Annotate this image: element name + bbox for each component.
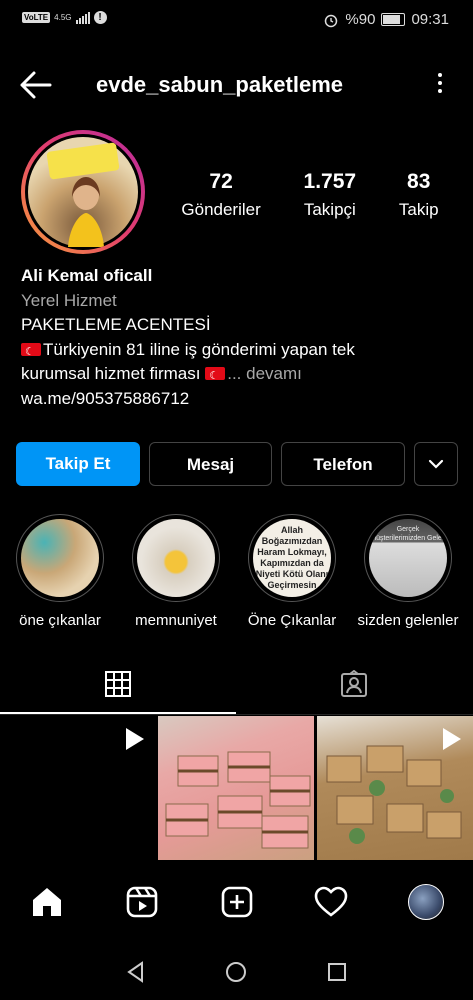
stat-label: Takipçi [303,200,356,219]
volte-badge: VoLTE [22,12,51,23]
home-icon[interactable] [29,884,65,920]
back-triangle-icon[interactable] [124,960,148,984]
stat-label: Takip [398,200,439,219]
suggested-dropdown-button[interactable] [414,442,458,486]
post-grid [0,716,473,860]
stat-label: Gönderiler [181,200,261,219]
highlight-cover [137,519,215,597]
profile-link[interactable]: wa.me/905375886712 [21,387,461,412]
profile-username: evde_sabun_paketleme [96,72,344,97]
highlight-item[interactable]: Allah Boğazımızdan Haram Lokmayı, Kapımı… [234,514,350,629]
post-thumbnail[interactable] [158,716,314,860]
bio-line: Türkiyenin 81 iline iş gönderimi yapan t… [21,338,461,364]
stat-posts[interactable]: 72 Gönderiler [181,170,260,220]
profile-actions: Takip Et Mesaj Telefon [16,442,458,488]
profile-bio: Ali Kemal oficall Yerel Hizmet PAKETLEME… [21,264,461,411]
highlight-cover: Gerçek müşterilerimizden Gelen [369,519,447,597]
stat-value: 83 [407,170,431,193]
bio-more-link[interactable]: ... devamı [227,364,302,383]
highlight-label: Öne Çıkanlar [247,612,337,629]
system-navigation [0,950,473,1000]
more-vertical-icon[interactable] [437,73,443,97]
highlight-label: öne çıkanlar [19,612,101,629]
follow-button[interactable]: Takip Et [16,442,140,486]
highlight-cover-text: Allah Boğazımızdan Haram Lokmayı, Kapımı… [255,525,329,590]
reel-icon [443,728,461,750]
alert-icon: ! [93,11,107,24]
chevron-down-icon [428,459,444,469]
tab-tagged[interactable] [236,660,472,714]
profile-tabs [0,660,473,715]
highlight-cover: Allah Boğazımızdan Haram Lokmayı, Kapımı… [253,519,331,597]
tab-grid[interactable] [0,660,236,714]
post-thumbnail[interactable] [317,716,473,860]
message-button[interactable]: Mesaj [149,442,272,486]
highlight-label: sizden gelenler [357,612,459,629]
reel-icon [126,728,144,750]
stat-value: 72 [209,170,233,193]
bio-line: kurumsal hizmet firması ... devamı [21,362,461,389]
tagged-user-icon [341,670,367,697]
grid-icon [105,671,131,697]
highlight-cover-text: Gerçek müşterilerimizden Gelen [370,526,446,542]
heart-icon[interactable] [313,884,349,920]
avatar-photo [28,137,138,247]
home-circle-icon[interactable] [224,960,248,984]
highlight-item[interactable]: öne çıkanlar [2,514,118,629]
profile-category: Yerel Hizmet [21,290,117,310]
highlight-label: memnuniyet [135,612,217,629]
recents-square-icon[interactable] [325,960,349,984]
network-type: 4.5G [54,12,72,22]
profile-stats: 72 Gönderiler 1.757 Takipçi 83 Takip [160,170,460,220]
highlight-item[interactable]: memnuniyet [118,514,234,629]
battery-icon [381,13,406,26]
stat-followers[interactable]: 1.757 Takipçi [304,170,357,220]
stat-value: 1.757 [303,170,357,193]
new-post-icon[interactable] [219,884,255,920]
alarm-icon [325,14,338,27]
phone-button[interactable]: Telefon [281,442,405,486]
highlight-cover [21,519,99,597]
profile-avatar[interactable] [21,130,145,254]
arrow-left-icon[interactable] [18,70,52,100]
post-thumbnail[interactable] [0,716,156,860]
bio-line: PAKETLEME ACENTESİ [21,315,211,334]
highlight-item[interactable]: Gerçek müşterilerimizden Gelen sizden ge… [350,514,466,629]
profile-avatar-icon[interactable] [408,884,444,920]
signal-icon [75,11,90,24]
bottom-navigation [0,866,473,938]
clock: 09:31 [411,11,449,28]
battery-percent: %90 [345,11,376,28]
profile-header: evde_sabun_paketleme [0,60,473,110]
turkey-flag-icon [21,340,41,364]
status-bar: VoLTE 4.5G ! %90 09:31 [0,0,473,40]
profile-name: Ali Kemal oficall [21,266,153,285]
turkey-flag-icon [205,364,226,389]
stat-following[interactable]: 83 Takip [399,170,439,220]
reels-icon[interactable] [124,884,160,920]
